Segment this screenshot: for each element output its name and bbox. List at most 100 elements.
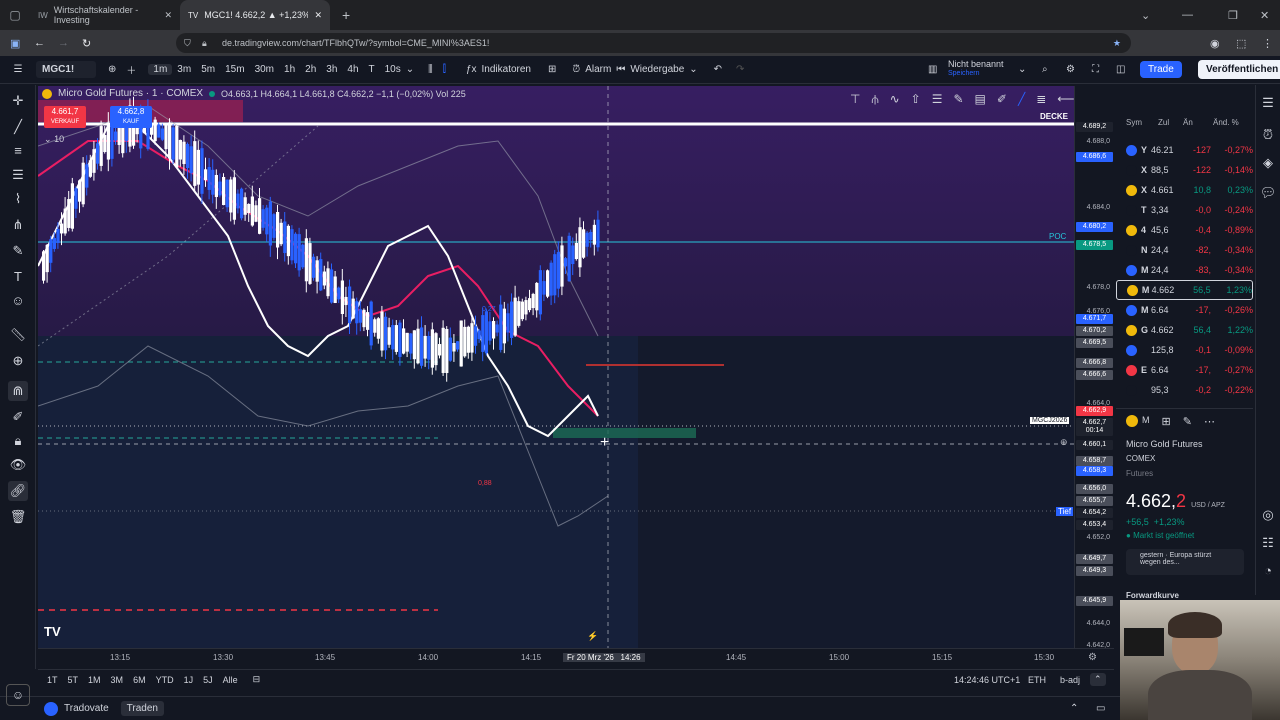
- path-icon[interactable]: ∿: [890, 92, 900, 107]
- compare-icon[interactable]: ⊕: [108, 64, 116, 75]
- col-symbol[interactable]: Sym: [1116, 118, 1158, 134]
- interval-3m[interactable]: 3m: [172, 64, 196, 75]
- trend-line-icon[interactable]: ╱: [8, 117, 28, 137]
- watchlist-row[interactable]: 95,3 -0,2 -0,22%: [1116, 380, 1253, 400]
- range-1M[interactable]: 1M: [83, 675, 106, 685]
- tab-tradingview[interactable]: TV MGC1! 4.662,2 ▲ +1,23% Nich ✕: [180, 0, 330, 30]
- user-menu-icon[interactable]: ☰: [0, 64, 36, 75]
- app-logo-icon[interactable]: ☺: [6, 684, 30, 706]
- layout-icon[interactable]: ▥: [928, 64, 937, 75]
- add-symbol-icon[interactable]: ＋: [126, 62, 136, 77]
- pattern-icon[interactable]: ⌇: [8, 189, 28, 209]
- chevron-down-icon[interactable]: ⌄: [689, 64, 697, 75]
- layouts-icon[interactable]: ⊞: [548, 64, 556, 75]
- trade-button[interactable]: Trade: [1140, 61, 1182, 78]
- buy-button[interactable]: 4.662,8 KAUF: [110, 106, 152, 128]
- text-tool-icon[interactable]: ⊤: [850, 92, 860, 107]
- range-6M[interactable]: 6M: [128, 675, 151, 685]
- interval-15m[interactable]: 15m: [220, 64, 249, 75]
- range-all[interactable]: Alle: [218, 675, 243, 685]
- pen-icon[interactable]: ✎: [953, 92, 963, 107]
- fullscreen-icon[interactable]: ⛶: [1092, 64, 1099, 75]
- range-5J[interactable]: 5J: [198, 675, 218, 685]
- target-icon[interactable]: ◎: [1258, 505, 1278, 525]
- watchlist-row[interactable]: Y 46.21 -127 -0,27%: [1116, 140, 1253, 160]
- range-1T[interactable]: 1T: [42, 675, 63, 685]
- projection-icon[interactable]: ⋔: [8, 215, 28, 235]
- alerts-icon[interactable]: ⏰︎: [1258, 125, 1278, 145]
- interval-3h[interactable]: 3h: [321, 64, 342, 75]
- tab-investing[interactable]: IW Wirtschaftskalender - Investing ✕: [30, 0, 180, 30]
- alarm-button[interactable]: Alarm: [580, 64, 616, 75]
- forward-icon[interactable]: →: [58, 37, 69, 49]
- layers-icon[interactable]: ◈: [1258, 153, 1278, 173]
- watchlist-row[interactable]: M 6.64 -17, -0,26%: [1116, 300, 1253, 320]
- replay-icon[interactable]: ⏮: [616, 64, 625, 75]
- range-1J[interactable]: 1J: [179, 675, 199, 685]
- range-3M[interactable]: 3M: [106, 675, 129, 685]
- broker-name[interactable]: Tradovate: [64, 703, 109, 714]
- collapse-icon[interactable]: ⌃: [1090, 673, 1106, 686]
- maximize-icon[interactable]: ❐: [1228, 9, 1238, 22]
- zoom-icon[interactable]: ⊕: [8, 351, 28, 371]
- watchlist-row[interactable]: 4 45,6 -0,4 -0,89%: [1116, 220, 1253, 240]
- extensions-icon[interactable]: ⬚: [1236, 37, 1246, 50]
- notifications-icon[interactable]: ◔: [1258, 561, 1278, 581]
- star-icon[interactable]: ★: [1113, 38, 1121, 49]
- chevron-down-icon[interactable]: ⌄: [1141, 9, 1150, 22]
- session-text[interactable]: ETH: [1028, 675, 1046, 685]
- ray-icon[interactable]: ╱: [1018, 92, 1025, 107]
- range-YTD[interactable]: YTD: [151, 675, 179, 685]
- interval-2h[interactable]: 2h: [300, 64, 321, 75]
- chevron-down-icon[interactable]: ⌄: [406, 64, 414, 75]
- grid-icon[interactable]: ⊞: [1162, 415, 1171, 428]
- quantity-field[interactable]: ⌄ 10: [44, 134, 64, 145]
- forward-curve[interactable]: Forwardkurve: [1126, 591, 1179, 600]
- candle-style-icon[interactable]: ⫿: [443, 64, 446, 75]
- interval-30m[interactable]: 30m: [250, 64, 279, 75]
- price-chart[interactable]: Micro Gold Futures · 1 · COMEX O4.663,1 …: [38, 86, 1074, 648]
- clock-text[interactable]: 14:24:46 UTC+1: [954, 675, 1020, 685]
- magnet-icon[interactable]: ⋒: [8, 381, 28, 401]
- back-icon[interactable]: ←: [34, 37, 45, 49]
- watchlist-row[interactable]: N 24,4 -82, -0,34%: [1116, 240, 1253, 260]
- interval-10s[interactable]: 10s: [380, 64, 406, 75]
- fib-icon[interactable]: ☰: [8, 165, 28, 185]
- lock-drawings-icon[interactable]: 🔒︎: [8, 431, 28, 451]
- stay-drawing-icon[interactable]: ✐: [8, 407, 28, 427]
- more-lines-icon[interactable]: ≣: [1036, 92, 1046, 107]
- watchlist-row[interactable]: T 3,34 -0,0 -0,24%: [1116, 200, 1253, 220]
- alarm-icon[interactable]: ⏰︎: [572, 64, 580, 75]
- crosshair-icon[interactable]: ✛: [8, 91, 28, 111]
- watchlist-row[interactable]: M 4.662 56,5 1,23%: [1116, 280, 1253, 300]
- close-icon[interactable]: ✕: [164, 10, 172, 21]
- edit-icon[interactable]: ✎: [1183, 415, 1192, 428]
- undo-icon[interactable]: ↶: [714, 64, 722, 75]
- chevron-down-icon[interactable]: ⌄: [1018, 64, 1026, 75]
- col-change[interactable]: Än: [1183, 118, 1213, 134]
- replay-button[interactable]: Wiedergabe: [625, 64, 689, 75]
- tab-menu-icon[interactable]: ▢: [0, 8, 30, 22]
- sell-button[interactable]: 4.661,7 VERKAUF: [44, 106, 86, 128]
- news-card[interactable]: gestern · Europa stürzt wegen des...: [1126, 549, 1244, 575]
- ideas-icon[interactable]: ☷: [1258, 533, 1278, 553]
- ruler-icon[interactable]: 📏︎: [8, 325, 28, 345]
- legend-title[interactable]: Micro Gold Futures · 1 · COMEX: [58, 88, 203, 99]
- watchlist-row[interactable]: G 4.662 56,4 1,22%: [1116, 320, 1253, 340]
- plus-marker-icon[interactable]: ⊕: [1060, 437, 1068, 448]
- indicators-icon[interactable]: ƒx: [466, 64, 477, 75]
- watchlist-row[interactable]: X 88,5 -122 -0,14%: [1116, 160, 1253, 180]
- watchlist-row[interactable]: E 6.64 -17, -0,27%: [1116, 360, 1253, 380]
- reload-icon[interactable]: ↻: [82, 37, 91, 50]
- watchlist-row[interactable]: X 4.661 10,8 0,23%: [1116, 180, 1253, 200]
- time-axis[interactable]: 13:15 13:30 13:45 14:00 14:15 Fr 20 Mrz …: [38, 648, 1114, 668]
- range-5T[interactable]: 5T: [63, 675, 84, 685]
- new-tab-icon[interactable]: +: [342, 7, 350, 23]
- interval-T[interactable]: T: [364, 64, 380, 75]
- layout-name[interactable]: Nicht benannt Speichern: [948, 59, 1004, 79]
- adjust-text[interactable]: b-adj: [1060, 675, 1080, 685]
- camera-icon[interactable]: ◫: [1116, 64, 1125, 75]
- visibility-icon[interactable]: 👁︎: [8, 455, 28, 475]
- trade-tab[interactable]: Traden: [120, 701, 164, 716]
- interval-1h[interactable]: 1h: [279, 64, 300, 75]
